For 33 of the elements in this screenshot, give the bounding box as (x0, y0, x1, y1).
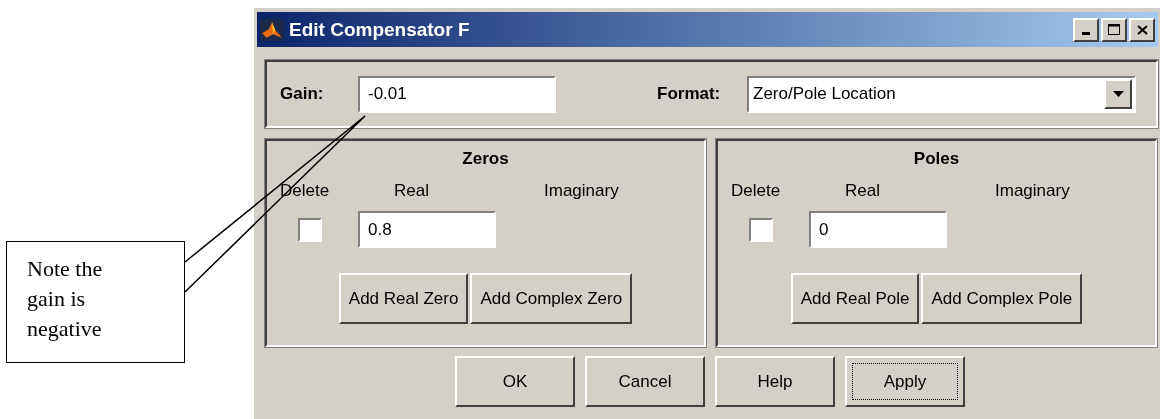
column-header: Delete (731, 181, 782, 201)
column-header: Imaginary (544, 181, 619, 201)
column-header: Real (845, 181, 881, 201)
panel-title: Poles (913, 149, 960, 169)
maximize-icon (1108, 24, 1120, 35)
add-button[interactable]: Add Real Pole (790, 273, 920, 324)
dialog-button[interactable]: OK (455, 356, 575, 407)
add-button[interactable]: Add Complex Zero (470, 273, 633, 324)
close-icon (1136, 24, 1148, 35)
panel-title: Zeros (462, 149, 509, 169)
maximize-button[interactable] (1101, 17, 1127, 42)
dropdown-arrow-icon (1112, 91, 1124, 97)
gain-label: Gain: (280, 84, 325, 104)
dialog-button[interactable]: Help (715, 356, 835, 407)
format-dropdown[interactable]: Zero/Pole Location (747, 75, 1136, 113)
column-header: Real (394, 181, 430, 201)
column-header: Imaginary (995, 181, 1070, 201)
minimize-icon (1082, 32, 1090, 35)
close-button[interactable] (1129, 17, 1155, 42)
dialog-button[interactable]: Cancel (585, 356, 705, 407)
window-title: Edit Compensator F (289, 18, 470, 41)
delete-checkbox[interactable] (298, 217, 322, 242)
real-field[interactable]: 0 (809, 211, 947, 248)
minimize-button[interactable] (1073, 17, 1099, 42)
callout-box: Note the gain is negative (6, 241, 185, 363)
delete-checkbox[interactable] (749, 217, 773, 242)
real-field[interactable]: 0.8 (358, 211, 496, 248)
app-icon (260, 17, 284, 42)
dialog-button[interactable]: Apply (845, 356, 965, 407)
gain-field[interactable]: -0.01 (358, 75, 556, 113)
format-label: Format: (657, 84, 722, 104)
add-button[interactable]: Add Complex Pole (921, 273, 1083, 324)
add-button[interactable]: Add Real Zero (338, 273, 469, 324)
